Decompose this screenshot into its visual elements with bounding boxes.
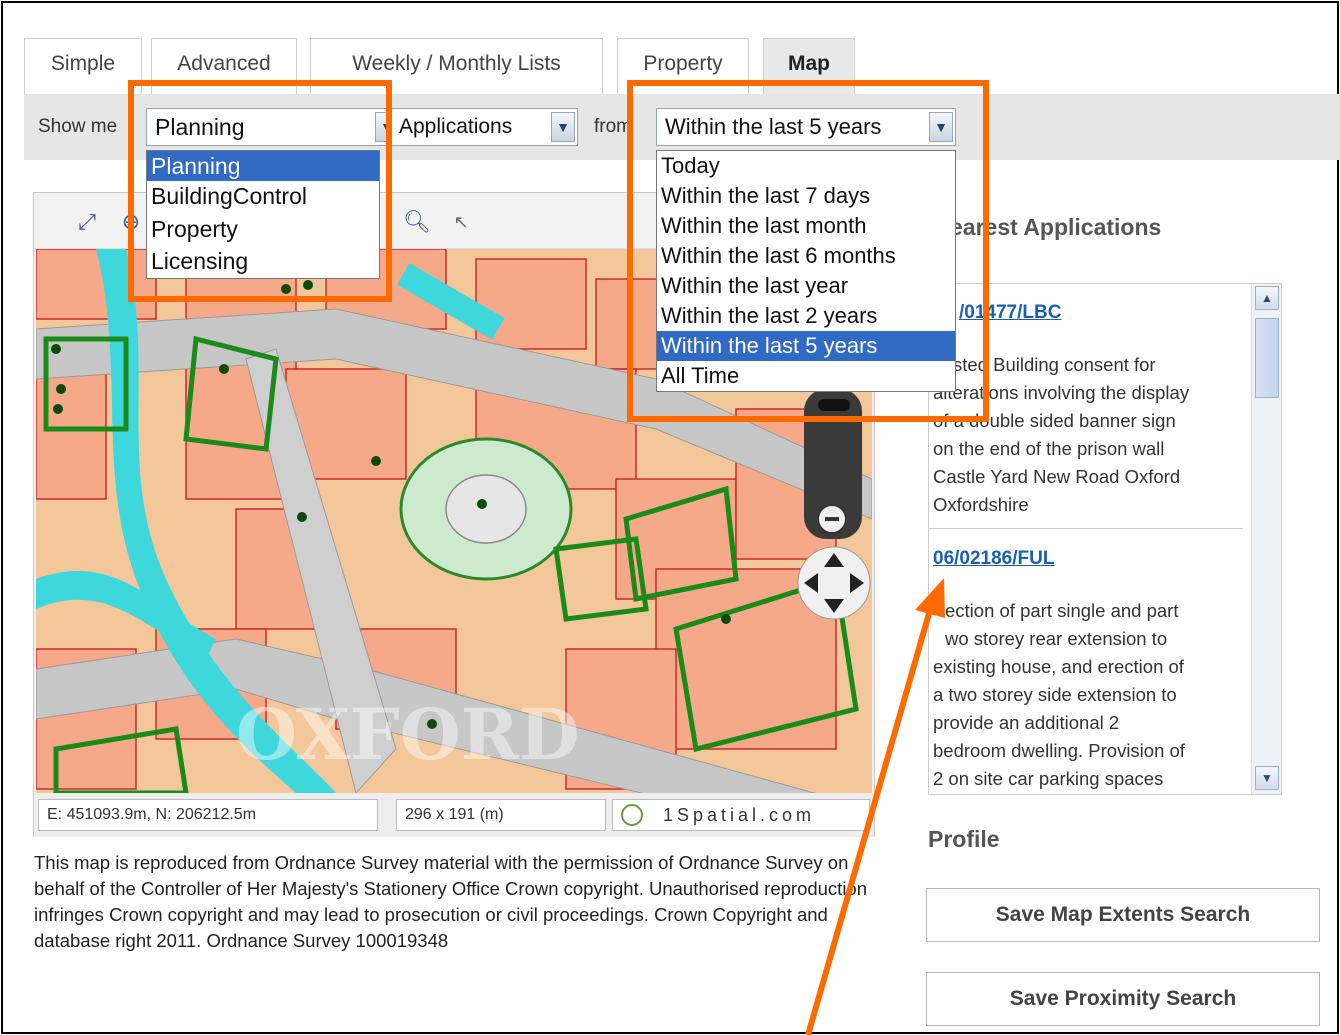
annotation-arrow [805,578,945,1035]
